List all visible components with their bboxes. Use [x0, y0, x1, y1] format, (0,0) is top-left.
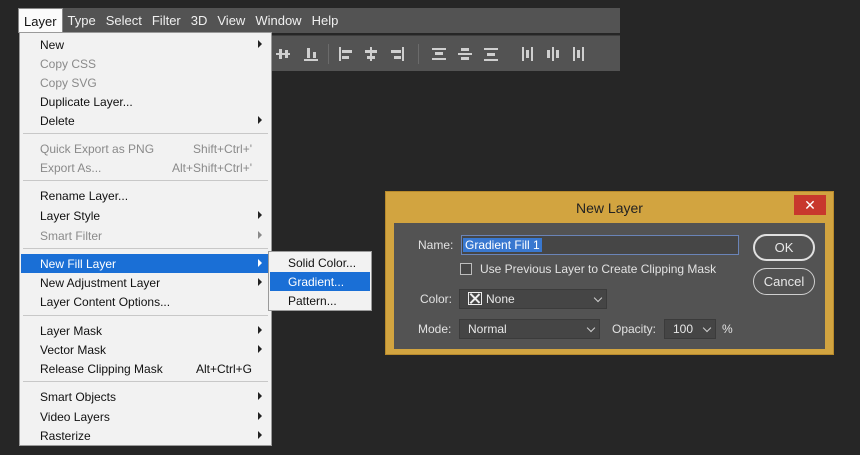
menu-item-rasterize[interactable]: Rasterize: [21, 426, 270, 445]
fill-layer-submenu: Solid Color... Gradient... Pattern...: [268, 251, 372, 311]
opacity-unit: %: [722, 322, 733, 336]
mode-label: Mode:: [418, 322, 452, 336]
menu-item-smart-filter: Smart Filter: [21, 226, 270, 245]
close-button[interactable]: ✕: [794, 195, 826, 215]
menu-item-new-fill-layer[interactable]: New Fill Layer: [21, 254, 270, 273]
distribute-right-icon[interactable]: [572, 47, 586, 61]
opacity-select[interactable]: 100: [664, 319, 716, 339]
submenu-arrow-icon: [258, 431, 262, 439]
layer-menu: New Copy CSS Copy SVG Duplicate Layer...…: [19, 32, 272, 446]
new-layer-dialog: New Layer ✕ Name: Gradient Fill 1 Use Pr…: [385, 191, 834, 355]
distribute-bottom-icon[interactable]: [484, 47, 498, 61]
menu-item-new-adjustment-layer[interactable]: New Adjustment Layer: [21, 273, 270, 292]
submenu-arrow-icon: [258, 259, 262, 267]
menu-type[interactable]: Type: [63, 8, 101, 33]
submenu-item-gradient[interactable]: Gradient...: [270, 272, 370, 291]
opacity-value: 100: [673, 322, 694, 336]
menu-3d[interactable]: 3D: [186, 8, 213, 33]
align-right-icon[interactable]: [390, 47, 404, 61]
menu-item-vector-mask[interactable]: Vector Mask: [21, 340, 270, 359]
no-color-icon: [468, 292, 482, 305]
menu-item-quick-export: Quick Export as PNG Shift+Ctrl+': [40, 141, 252, 156]
menu-divider: [23, 248, 268, 249]
distribute-left-icon[interactable]: [520, 47, 534, 61]
menu-item-layer-style[interactable]: Layer Style: [21, 206, 270, 225]
dialog-body: Name: Gradient Fill 1 Use Previous Layer…: [394, 223, 825, 349]
menu-select[interactable]: Select: [101, 8, 147, 33]
toolbar-separator: [418, 44, 419, 64]
submenu-arrow-icon: [258, 211, 262, 219]
distribute-hcenter-icon[interactable]: [546, 47, 560, 61]
submenu-arrow-icon: [258, 412, 262, 420]
color-select-value: None: [486, 292, 515, 306]
menu-item-new[interactable]: New: [21, 35, 270, 54]
menu-item-rename-layer[interactable]: Rename Layer...: [21, 186, 270, 205]
menu-item-layer-mask[interactable]: Layer Mask: [21, 321, 270, 340]
toolbar-separator: [328, 44, 329, 64]
menu-item-export-as: Export As... Alt+Shift+Ctrl+': [40, 160, 252, 175]
align-hcenter-icon[interactable]: [364, 47, 378, 61]
submenu-item-solid-color[interactable]: Solid Color...: [270, 253, 370, 272]
mode-select-value: Normal: [468, 322, 507, 336]
distribute-top-icon[interactable]: [432, 47, 446, 61]
menu-divider: [23, 381, 268, 382]
chevron-down-icon: [586, 323, 596, 333]
menu-item-smart-objects[interactable]: Smart Objects: [21, 387, 270, 406]
menu-help[interactable]: Help: [307, 8, 344, 33]
menu-item-copy-svg: Copy SVG: [40, 75, 97, 90]
submenu-arrow-icon: [258, 231, 262, 239]
mode-select[interactable]: Normal: [459, 319, 600, 339]
name-input[interactable]: Gradient Fill 1: [461, 235, 739, 255]
align-bottom-icon[interactable]: [304, 47, 318, 61]
submenu-arrow-icon: [258, 392, 262, 400]
menu-item-layer-content-options[interactable]: Layer Content Options...: [21, 292, 270, 311]
align-vcenter-icon[interactable]: [276, 47, 290, 61]
chevron-down-icon: [702, 323, 712, 333]
menu-window[interactable]: Window: [250, 8, 306, 33]
menu-layer[interactable]: Layer: [18, 8, 63, 33]
ok-button[interactable]: OK: [753, 234, 815, 261]
submenu-arrow-icon: [258, 116, 262, 124]
menu-view[interactable]: View: [212, 8, 250, 33]
align-left-icon[interactable]: [339, 47, 353, 61]
menu-item-duplicate-layer[interactable]: Duplicate Layer...: [21, 92, 270, 111]
submenu-arrow-icon: [258, 345, 262, 353]
menu-divider: [23, 133, 268, 134]
submenu-arrow-icon: [258, 40, 262, 48]
submenu-item-pattern[interactable]: Pattern...: [270, 291, 370, 310]
name-input-value: Gradient Fill 1: [463, 238, 542, 252]
menu-item-copy-css: Copy CSS: [40, 56, 97, 71]
distribute-vcenter-icon[interactable]: [458, 47, 472, 61]
clipping-mask-checkbox[interactable]: [460, 263, 472, 275]
options-bar: [272, 35, 620, 71]
menu-bar: Layer Type Select Filter 3D View Window …: [18, 8, 620, 33]
color-label: Color:: [420, 292, 453, 306]
name-label: Name:: [418, 238, 454, 252]
menu-item-delete[interactable]: Delete: [21, 111, 270, 130]
menu-divider: [23, 315, 268, 316]
color-select[interactable]: None: [459, 289, 607, 309]
close-icon: ✕: [804, 197, 816, 213]
dialog-title: New Layer: [576, 200, 643, 216]
menu-filter[interactable]: Filter: [147, 8, 186, 33]
submenu-arrow-icon: [258, 278, 262, 286]
menu-divider: [23, 180, 268, 181]
cancel-button[interactable]: Cancel: [753, 268, 815, 295]
menu-item-release-clipping-mask[interactable]: Release Clipping Mask Alt+Ctrl+G: [21, 359, 270, 378]
clipping-mask-label: Use Previous Layer to Create Clipping Ma…: [480, 262, 717, 276]
chevron-down-icon: [593, 293, 603, 303]
opacity-label: Opacity:: [612, 322, 657, 336]
menu-item-video-layers[interactable]: Video Layers: [21, 407, 270, 426]
submenu-arrow-icon: [258, 326, 262, 334]
